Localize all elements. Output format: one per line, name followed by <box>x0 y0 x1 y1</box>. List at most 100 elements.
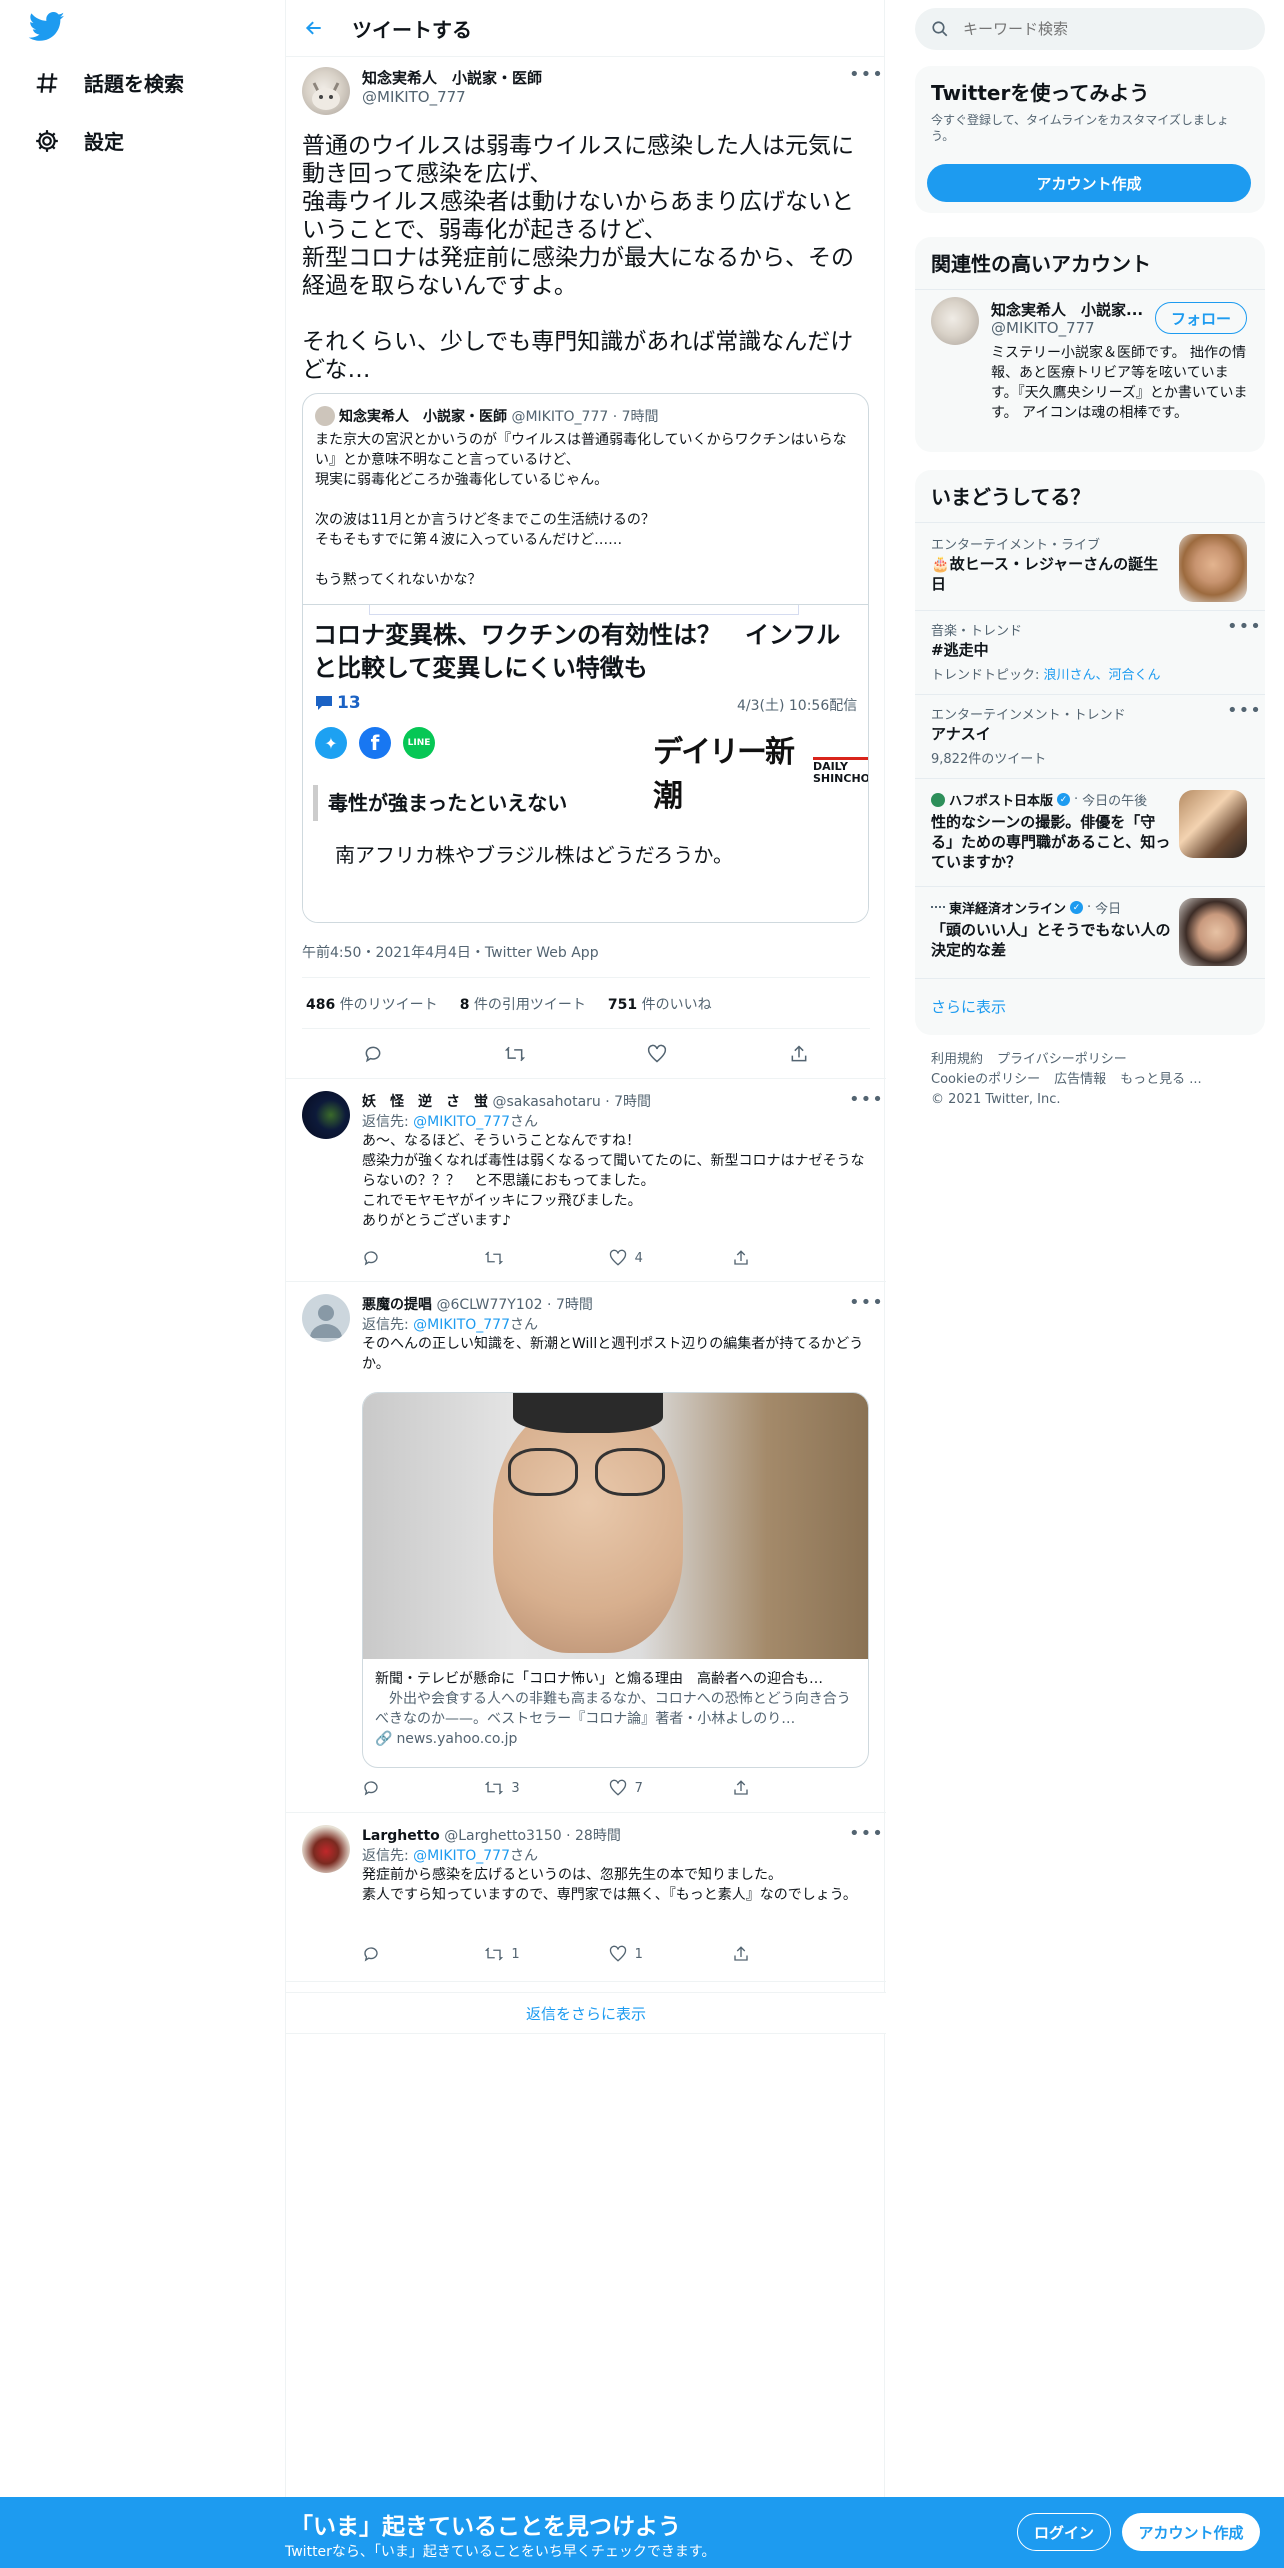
default-avatar[interactable] <box>302 1294 350 1342</box>
search-input[interactable] <box>963 20 1223 38</box>
link-card[interactable]: 新聞・テレビが懸命に「コロナ怖い」と煽る理由 高齢者への迎合も… 外出や会食する… <box>362 1392 869 1768</box>
retweet-button[interactable] <box>504 1044 526 1068</box>
footer-terms-link[interactable]: 利用規約 <box>931 1050 983 1070</box>
quoted-author-name: 知念実希人 小説家・医師 <box>339 409 507 425</box>
reply-time[interactable]: 7時間 <box>556 1297 593 1313</box>
verified-icon: ✓ <box>1057 793 1071 806</box>
trend-item[interactable]: エンターテイメント・ライブ 🎂故ヒース・レジャーさんの誕生日 <box>915 522 1265 610</box>
reply-button[interactable] <box>362 1249 422 1267</box>
like-count: 1 <box>634 1946 643 1962</box>
more-options-icon[interactable]: ••• <box>849 1823 884 1844</box>
trends-card: いまどうしてる？ エンターテイメント・ライブ 🎂故ヒース・レジャーさんの誕生日 … <box>915 470 1265 1035</box>
show-more-trends[interactable]: さらに表示 <box>931 996 1006 1017</box>
news-item[interactable]: ハフポスト日本版 ✓ · 今日の午後 性的なシーンの撮影。俳優を「守る」ための専… <box>915 778 1265 886</box>
article-subhead: 毒性が強まったといえない <box>313 785 567 821</box>
like-button[interactable]: 4 <box>609 1249 669 1267</box>
back-button[interactable] <box>286 0 342 57</box>
like-stat[interactable]: 751 件のいいね <box>608 994 712 1014</box>
retweet-stat[interactable]: 486 件のリツイート <box>306 994 438 1014</box>
reply-time[interactable]: 28時間 <box>575 1828 621 1844</box>
more-options-icon[interactable]: ••• <box>849 1292 884 1313</box>
nav-settings[interactable]: 設定 <box>34 126 124 155</box>
tweet-stats: 486 件のリツイート 8 件の引用ツイート 751 件のいいね <box>306 994 712 1014</box>
retweet-button[interactable] <box>485 1249 545 1267</box>
quote-stat[interactable]: 8 件の引用ツイート <box>460 994 586 1014</box>
reply-author-name[interactable]: 妖 怪 逆 さ 蛍 <box>362 1094 488 1110</box>
author-avatar[interactable] <box>302 67 350 115</box>
link-icon: 🔗 <box>375 1731 393 1747</box>
trend-topic-links[interactable]: 浪川さん、河合くん <box>1044 668 1161 683</box>
trend-title: 🎂故ヒース・レジャーさんの誕生日 <box>931 555 1159 593</box>
replying-to-suffix: さん <box>509 1317 538 1333</box>
signup-title: Twitterを使ってみよう <box>931 81 1150 105</box>
signup-button[interactable]: アカウント作成 <box>1122 2513 1260 2551</box>
share-button[interactable] <box>789 1044 809 1068</box>
follow-button[interactable]: フォロー <box>1155 302 1247 334</box>
quoted-tweet[interactable]: 知念実希人 小説家・医師 @MIKITO_777 · 7時間 また京大の宮沢とか… <box>302 393 869 923</box>
footer-privacy-link[interactable]: プライバシーポリシー <box>997 1050 1127 1070</box>
replying-to-label: 返信先: <box>362 1317 409 1333</box>
reply-dot: · <box>605 1094 610 1110</box>
footer-cookie-link[interactable]: Cookieのポリシー <box>931 1070 1040 1090</box>
reply-author-handle[interactable]: @Larghetto3150 <box>444 1828 561 1844</box>
reply-tweet[interactable]: Larghetto @Larghetto3150 · 28時間 ••• 返信先:… <box>286 1813 886 1981</box>
more-options-icon[interactable]: ••• <box>1227 700 1262 721</box>
reply-icon <box>364 1781 378 1796</box>
replying-to-link[interactable]: @MIKITO_777 <box>413 1848 510 1864</box>
show-more-replies[interactable]: 返信をさらに表示 <box>286 1992 886 2034</box>
related-name[interactable]: 知念実希人 小説家... <box>991 299 1151 320</box>
retweet-button[interactable]: 1 <box>485 1945 545 1963</box>
create-account-button[interactable]: アカウント作成 <box>927 164 1251 202</box>
heart-icon <box>647 1044 667 1063</box>
search-bar[interactable] <box>915 8 1265 50</box>
twitter-logo-icon[interactable] <box>28 12 66 42</box>
related-handle[interactable]: @MIKITO_777 <box>991 319 1095 337</box>
more-options-icon[interactable]: ••• <box>849 64 884 85</box>
like-button[interactable] <box>647 1044 667 1068</box>
related-avatar[interactable] <box>931 297 979 345</box>
login-button[interactable]: ログイン <box>1017 2513 1111 2551</box>
trend-item[interactable]: エンターテインメント・トレンド ••• アナスイ 9,822件のツイート <box>915 694 1265 778</box>
trend-item[interactable]: 音楽・トレンド ••• #逃走中 トレンドトピック: 浪川さん、河合くん <box>915 610 1265 694</box>
author-handle[interactable]: @MIKITO_777 <box>362 88 466 106</box>
reply-avatar[interactable] <box>302 1091 350 1139</box>
reply-button[interactable] <box>362 1945 422 1963</box>
quote-count: 8 <box>459 997 470 1013</box>
like-button[interactable]: 1 <box>609 1945 669 1963</box>
replying-to-label: 返信先: <box>362 1848 409 1864</box>
reply-author-handle[interactable]: @6CLW77Y102 <box>436 1297 542 1313</box>
reply-text: あ〜、なるほど、そういうことなんですね！ 感染力が強くなれば毒性は弱くなるって聞… <box>362 1133 865 1229</box>
trend-category: 音楽・トレンド <box>931 624 1023 639</box>
reply-button[interactable] <box>363 1044 383 1068</box>
verified-icon: ✓ <box>1070 901 1084 914</box>
reply-author-name[interactable]: Larghetto <box>362 1828 440 1844</box>
share-button[interactable] <box>732 1249 792 1267</box>
reply-tweet[interactable]: 悪魔の提唱 @6CLW77Y102 · 7時間 ••• 返信先: @MIKITO… <box>286 1282 886 1812</box>
author-name[interactable]: 知念実希人 小説家・医師 <box>362 67 542 88</box>
tweet-meta[interactable]: 午前4:50・2021年4月4日・Twitter Web App <box>302 942 599 962</box>
news-title: 性的なシーンの撮影。俳優を「守る」ための専門職があること、知っていますか？ <box>931 813 1171 871</box>
reply-time[interactable]: 7時間 <box>614 1094 651 1110</box>
like-button[interactable]: 7 <box>609 1779 669 1797</box>
share-button[interactable] <box>732 1945 792 1963</box>
more-options-icon[interactable]: ••• <box>849 1089 884 1110</box>
nav-explore[interactable]: 話題を検索 <box>34 68 184 97</box>
trend-category: エンターテインメント・トレンド <box>931 708 1126 723</box>
news-item[interactable]: 東洋経済オンライン ✓ · 今日 「頭のいい人」とそうでもない人の決定的な差 <box>915 886 1265 978</box>
reply-button[interactable] <box>362 1779 422 1797</box>
share-button[interactable] <box>732 1779 792 1797</box>
retweet-label: 件のリツイート <box>339 997 438 1013</box>
footer-ads-link[interactable]: 広告情報 <box>1054 1070 1106 1090</box>
replying-to-link[interactable]: @MIKITO_777 <box>413 1317 510 1333</box>
reply-avatar[interactable] <box>302 1825 350 1873</box>
footer-more-link[interactable]: もっと見る ... <box>1120 1070 1202 1090</box>
trend-title: アナスイ <box>931 725 991 743</box>
reply-author-handle[interactable]: @sakasahotaru <box>492 1094 600 1110</box>
like-count: 4 <box>634 1250 643 1266</box>
more-options-icon[interactable]: ••• <box>1227 616 1262 637</box>
retweet-button[interactable]: 3 <box>485 1779 545 1797</box>
reply-author-name[interactable]: 悪魔の提唱 <box>362 1297 432 1313</box>
replying-to-link[interactable]: @MIKITO_777 <box>413 1114 510 1130</box>
photo-face <box>493 1403 683 1653</box>
reply-tweet[interactable]: 妖 怪 逆 さ 蛍 @sakasahotaru · 7時間 ••• 返信先: @… <box>286 1079 886 1281</box>
